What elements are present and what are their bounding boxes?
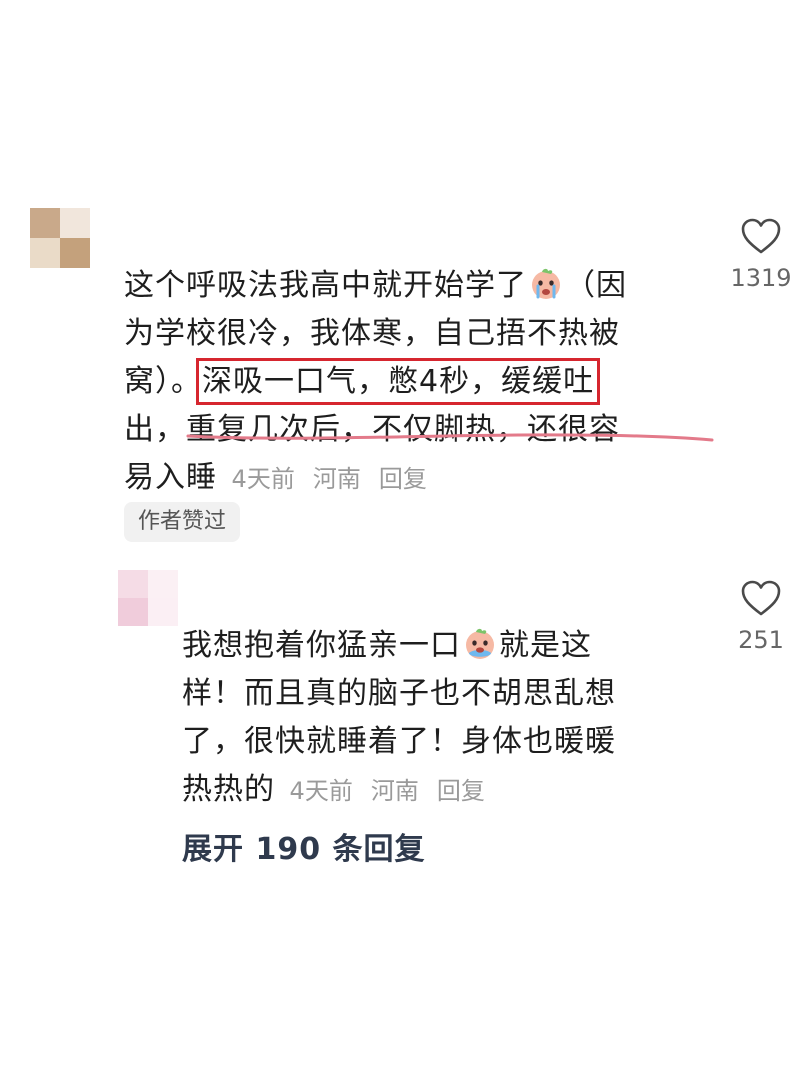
comment-text: 了，很快就睡着了！身体也暖暖 [182,724,616,759]
like-count: 1319 [730,264,792,292]
comment-text: 就是这 [499,628,592,663]
comment-body: 这个呼吸法我高中就开始学了 （因 为学校很冷，我体寒，自己捂不热被 窝）。深吸一… [124,262,714,503]
comment-text: （因 [565,268,627,303]
like-button[interactable]: 251 [726,578,796,654]
underline-annotation [186,433,714,442]
crying-face-icon [529,267,563,301]
like-button[interactable]: 1319 [726,216,796,292]
reply-button[interactable]: 回复 [379,465,427,493]
comment-body: 我想抱着你猛亲一口 就是这 样！而且真的脑子也不胡思乱想 了，很快就睡着了！身体… [182,622,702,815]
comment-text: 热热的 [182,772,275,807]
comment-location: 河南 [312,465,361,493]
comment-text: 出， [124,412,186,447]
avatar[interactable] [30,208,90,268]
author-liked-badge: 作者赞过 [124,502,241,542]
heart-icon [741,580,781,616]
comment-text: 我想抱着你猛亲一口 [182,628,461,663]
reply-button[interactable]: 回复 [437,777,485,805]
avatar[interactable] [118,570,178,626]
crying-face-icon [463,627,497,661]
comment-text: 这个呼吸法我高中就开始学了 [124,268,527,303]
comment-location: 河南 [370,777,419,805]
comment-text: 易入睡 [124,460,217,495]
heart-icon [741,218,781,254]
expand-replies-button[interactable]: 展开 190 条回复 [182,826,426,874]
comment-text: 窝）。 [124,364,202,399]
comment-time: 4天前 [289,777,353,805]
comment-text: 样！而且真的脑子也不胡思乱想 [182,676,616,711]
comment-time: 4天前 [231,465,295,493]
comment-text: 为学校很冷，我体寒，自己捂不热被 [124,316,620,351]
highlight-box: 深吸一口气，憋4秒，缓缓吐 [195,358,601,405]
like-count: 251 [738,626,784,654]
